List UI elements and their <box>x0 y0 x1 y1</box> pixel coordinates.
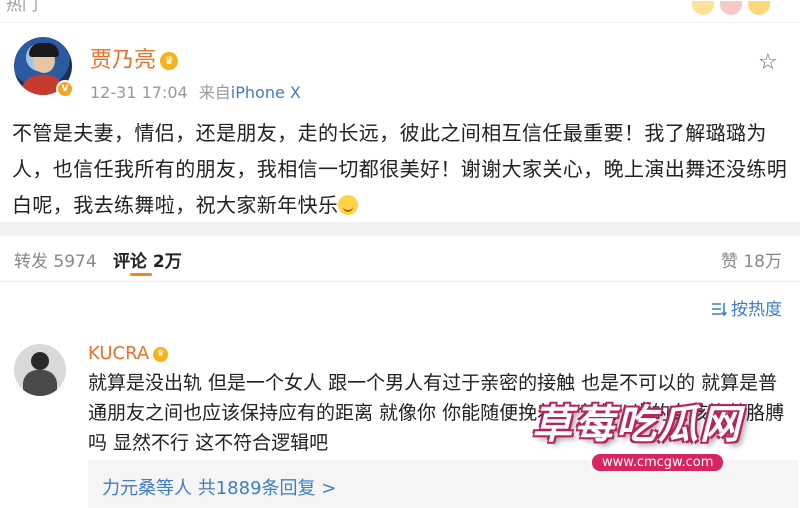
watermark-url: www.cmcgw.com <box>590 452 726 473</box>
post-source[interactable]: iPhone X <box>231 83 301 102</box>
tab-repost[interactable]: 转发 5974 <box>14 247 97 272</box>
commenter-avatar[interactable] <box>14 344 66 396</box>
top-strip: 热门 <box>0 0 800 23</box>
watermark-title: 草莓吃瓜网 <box>532 402 742 448</box>
smile-emoji-icon <box>338 195 359 215</box>
tab-like[interactable]: 赞 18万 <box>721 247 782 272</box>
verified-badge-icon: V <box>56 80 74 98</box>
star-icon[interactable]: ☆ <box>758 50 778 75</box>
sort-icon <box>712 303 727 316</box>
post-timestamp: 12-31 17:04 <box>90 83 188 102</box>
watermark-logo: 草莓吃瓜网 www.cmcgw.com <box>526 388 792 484</box>
sort-label: 按热度 <box>731 300 782 320</box>
hot-tag: 热门 <box>6 0 39 14</box>
commenter-name[interactable]: KUCRA ♛ <box>88 343 169 364</box>
post-author-name[interactable]: 贾乃亮 ♛ <box>90 42 179 74</box>
sort-by-hot-button[interactable]: 按热度 <box>711 295 782 320</box>
emoji-badges <box>686 0 770 16</box>
post-source-prefix: 来自 <box>198 83 231 102</box>
post-text: 不管是夫妻，情侣，还是朋友，走的长远，彼此之间相互信任最重要！我了解璐璐为人，也… <box>12 121 788 217</box>
crown-icon: ♛ <box>160 52 179 70</box>
post-tabs: 转发 5974 评论 2万 赞 18万 <box>0 237 800 281</box>
post-meta: 12-31 17:04 来自iPhone X <box>90 79 301 103</box>
replies-link[interactable]: 力元桑等人 共1889条回复 > <box>102 474 336 500</box>
tab-comment[interactable]: 评论 2万 <box>113 247 182 272</box>
section-gap <box>0 222 800 236</box>
crown-icon: ♛ <box>153 346 169 362</box>
divider <box>0 281 800 282</box>
tab-indicator <box>130 273 152 276</box>
